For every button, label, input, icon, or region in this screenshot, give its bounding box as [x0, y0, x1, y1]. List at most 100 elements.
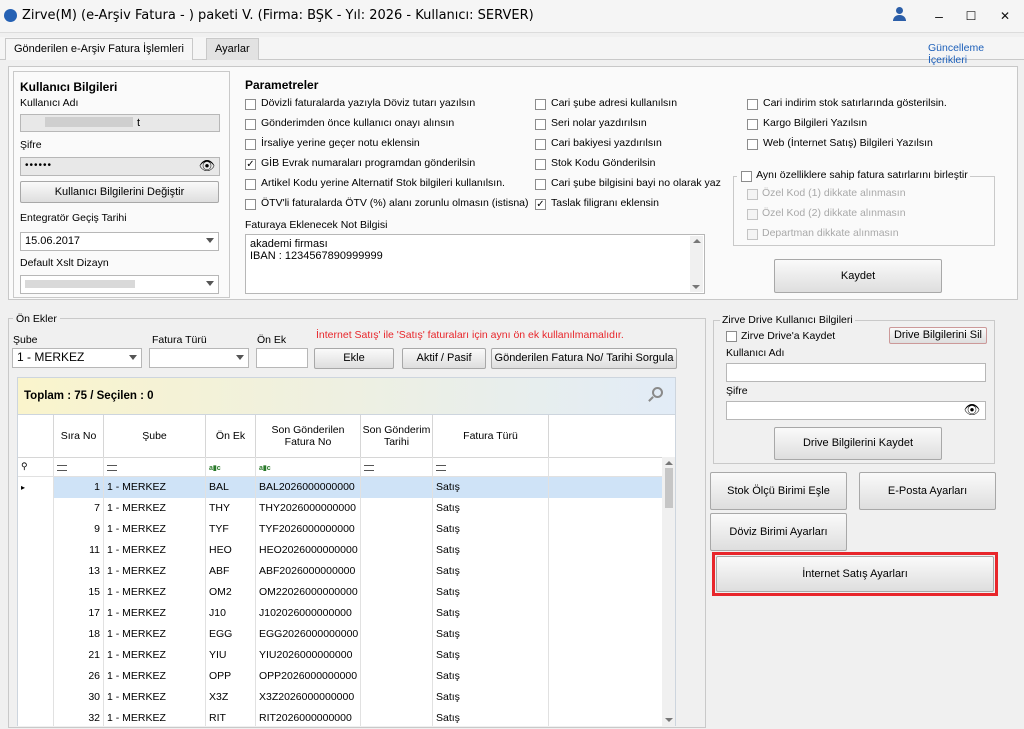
filter-date[interactable]	[361, 457, 433, 476]
row-indicator[interactable]	[18, 498, 54, 519]
filter-no[interactable]	[54, 457, 104, 476]
param-checkbox-col2-5[interactable]: ✓	[535, 199, 546, 210]
param-checkbox-col1-3[interactable]: ✓	[245, 159, 256, 170]
merge-item-checkbox[interactable]	[747, 229, 758, 240]
row-indicator[interactable]	[18, 708, 54, 726]
username-input[interactable]: t	[20, 114, 220, 132]
param-checkbox-col1-4[interactable]	[245, 179, 256, 190]
filter-row[interactable]: ⚲ a▮c a▮c	[18, 457, 675, 477]
scroll-down-icon[interactable]	[692, 285, 700, 289]
param-checkbox-col3-1[interactable]	[747, 119, 758, 130]
row-indicator[interactable]	[18, 645, 54, 666]
param-checkbox-col2-2[interactable]	[535, 139, 546, 150]
table-row[interactable]: ▸ 1 1 - MERKEZ BAL BAL2026000000000 Satış	[18, 477, 662, 499]
search-icon[interactable]	[652, 387, 663, 398]
email-settings-button[interactable]: E-Posta Ayarları	[859, 472, 996, 510]
row-indicator[interactable]	[18, 687, 54, 708]
change-user-button[interactable]: Kullanıcı Bilgilerini Değiştir	[20, 181, 219, 203]
query-invoice-button[interactable]: Gönderilen Fatura No/ Tarihi Sorgula	[491, 348, 677, 369]
xslt-select[interactable]	[20, 275, 219, 294]
drive-password-input[interactable]	[726, 401, 986, 420]
eye-icon[interactable]: 👁	[197, 158, 217, 174]
integrator-date-picker[interactable]: 15.06.2017	[20, 232, 219, 251]
scroll-up-icon[interactable]	[692, 239, 701, 243]
col-header-date[interactable]: Son Gönderim Tarihi	[361, 415, 433, 457]
table-row[interactable]: 32 1 - MERKEZ RIT RIT2026000000000 Satış	[18, 708, 662, 726]
filter-icon[interactable]: ⚲	[18, 457, 54, 476]
add-button[interactable]: Ekle	[314, 348, 394, 369]
eye-icon[interactable]: 👁	[962, 402, 982, 418]
toggle-active-button[interactable]: Aktif / Pasif	[402, 348, 486, 369]
scroll-up-icon[interactable]	[665, 461, 673, 465]
table-row[interactable]: 71 - MERKEZ THY THY2026000000000 Satış	[18, 498, 662, 520]
table-row[interactable]: 13 1 - MERKEZ ABF ABF2026000000000 Satış	[18, 561, 662, 583]
close-button[interactable]: ✕	[993, 6, 1017, 26]
table-row[interactable]: 15 1 - MERKEZ OM2 OM22026000000000 Satış	[18, 582, 662, 604]
username-label: Kullanıcı Adı	[20, 97, 79, 109]
currency-settings-button[interactable]: Döviz Birimi Ayarları	[710, 513, 847, 551]
grid-scroll-thumb[interactable]	[665, 468, 673, 508]
param-checkbox-col2-1[interactable]	[535, 119, 546, 130]
maximize-button[interactable]: ☐	[959, 6, 983, 26]
row-indicator[interactable]	[18, 540, 54, 561]
merge-item-checkbox[interactable]	[747, 189, 758, 200]
row-indicator[interactable]	[18, 561, 54, 582]
drive-save-button[interactable]: Drive Bilgilerini Kaydet	[774, 427, 942, 460]
row-indicator[interactable]: ▸	[18, 477, 54, 498]
drive-username-input[interactable]	[726, 363, 986, 382]
minimize-button[interactable]: –	[927, 6, 951, 26]
user-icon[interactable]	[893, 7, 906, 23]
param-checkbox-col1-1[interactable]	[245, 119, 256, 130]
table-row[interactable]: 18 1 - MERKEZ EGG EGG2026000000000 Satış	[18, 624, 662, 646]
table-row[interactable]: 21 1 - MERKEZ YIU YIU2026000000000 Satış	[18, 645, 662, 667]
row-indicator[interactable]	[18, 666, 54, 687]
row-indicator[interactable]	[18, 582, 54, 603]
col-header-last-no[interactable]: Son Gönderilen Fatura No	[256, 415, 361, 457]
drive-delete-button[interactable]: Drive Bilgilerini Sil	[889, 327, 987, 344]
invoice-type-select[interactable]	[149, 348, 249, 368]
filter-last-no[interactable]: a▮c	[256, 457, 361, 476]
password-input[interactable]: ••••••	[20, 157, 220, 176]
stock-unit-button[interactable]: Stok Ölçü Birimi Eşle	[710, 472, 847, 510]
note-textarea[interactable]: akademi firması IBAN : 1234567890999999	[245, 234, 705, 294]
internet-sales-settings-button[interactable]: İnternet Satış Ayarları	[716, 556, 994, 592]
filter-branch[interactable]	[104, 457, 206, 476]
param-checkbox-col2-0[interactable]	[535, 99, 546, 110]
row-indicator[interactable]	[18, 603, 54, 624]
table-row[interactable]: 17 1 - MERKEZ J10 J102026000000000 Satış	[18, 603, 662, 625]
xslt-blur	[25, 280, 135, 288]
param-checkbox-col3-2[interactable]	[747, 139, 758, 150]
param-checkbox-col3-0[interactable]	[747, 99, 758, 110]
filter-type[interactable]	[433, 457, 549, 476]
drive-save-label: Zirve Drive'a Kaydet	[741, 330, 836, 342]
col-header-branch[interactable]: Şube	[104, 415, 206, 457]
prefix-input[interactable]	[256, 348, 308, 368]
drive-save-checkbox[interactable]	[726, 331, 737, 342]
table-row[interactable]: 30 1 - MERKEZ X3Z X3Z2026000000000 Satış	[18, 687, 662, 709]
merge-item-checkbox[interactable]	[747, 209, 758, 220]
col-header-type[interactable]: Fatura Türü	[433, 415, 549, 457]
table-row[interactable]: 91 - MERKEZ TYF TYF2026000000000 Satış	[18, 519, 662, 541]
col-header-prefix[interactable]: Ön Ek	[206, 415, 256, 457]
tab-sent-invoices[interactable]: Gönderilen e-Arşiv Fatura İşlemleri	[5, 38, 193, 60]
tab-settings[interactable]: Ayarlar	[206, 38, 259, 60]
param-checkbox-col1-5[interactable]	[245, 199, 256, 210]
row-indicator[interactable]	[18, 624, 54, 645]
filter-prefix[interactable]: a▮c	[206, 457, 256, 476]
grid-scrollbar[interactable]	[662, 457, 675, 726]
param-checkbox-col1-2[interactable]	[245, 139, 256, 150]
param-checkbox-col2-3[interactable]	[535, 159, 546, 170]
scroll-down-icon[interactable]	[665, 718, 673, 722]
param-checkbox-col1-0[interactable]	[245, 99, 256, 110]
title-bar: Zirve(M) (e-Arşiv Fatura - ) paketi V. (…	[0, 0, 1024, 33]
branch-select[interactable]: 1 - MERKEZ	[12, 348, 142, 368]
merge-checkbox[interactable]	[741, 170, 752, 182]
update-notes-link[interactable]: Güncelleme İçerikleri	[928, 42, 1024, 66]
col-header-no[interactable]: Sıra No	[54, 415, 104, 457]
row-indicator[interactable]	[18, 519, 54, 540]
table-row[interactable]: 11 1 - MERKEZ HEO HEO2026000000000 Satış	[18, 540, 662, 562]
table-row[interactable]: 26 1 - MERKEZ OPP OPP2026000000000 Satış	[18, 666, 662, 688]
param-checkbox-col2-4[interactable]	[535, 179, 546, 190]
save-parameters-button[interactable]: Kaydet	[774, 259, 942, 293]
note-scrollbar[interactable]	[690, 236, 703, 292]
